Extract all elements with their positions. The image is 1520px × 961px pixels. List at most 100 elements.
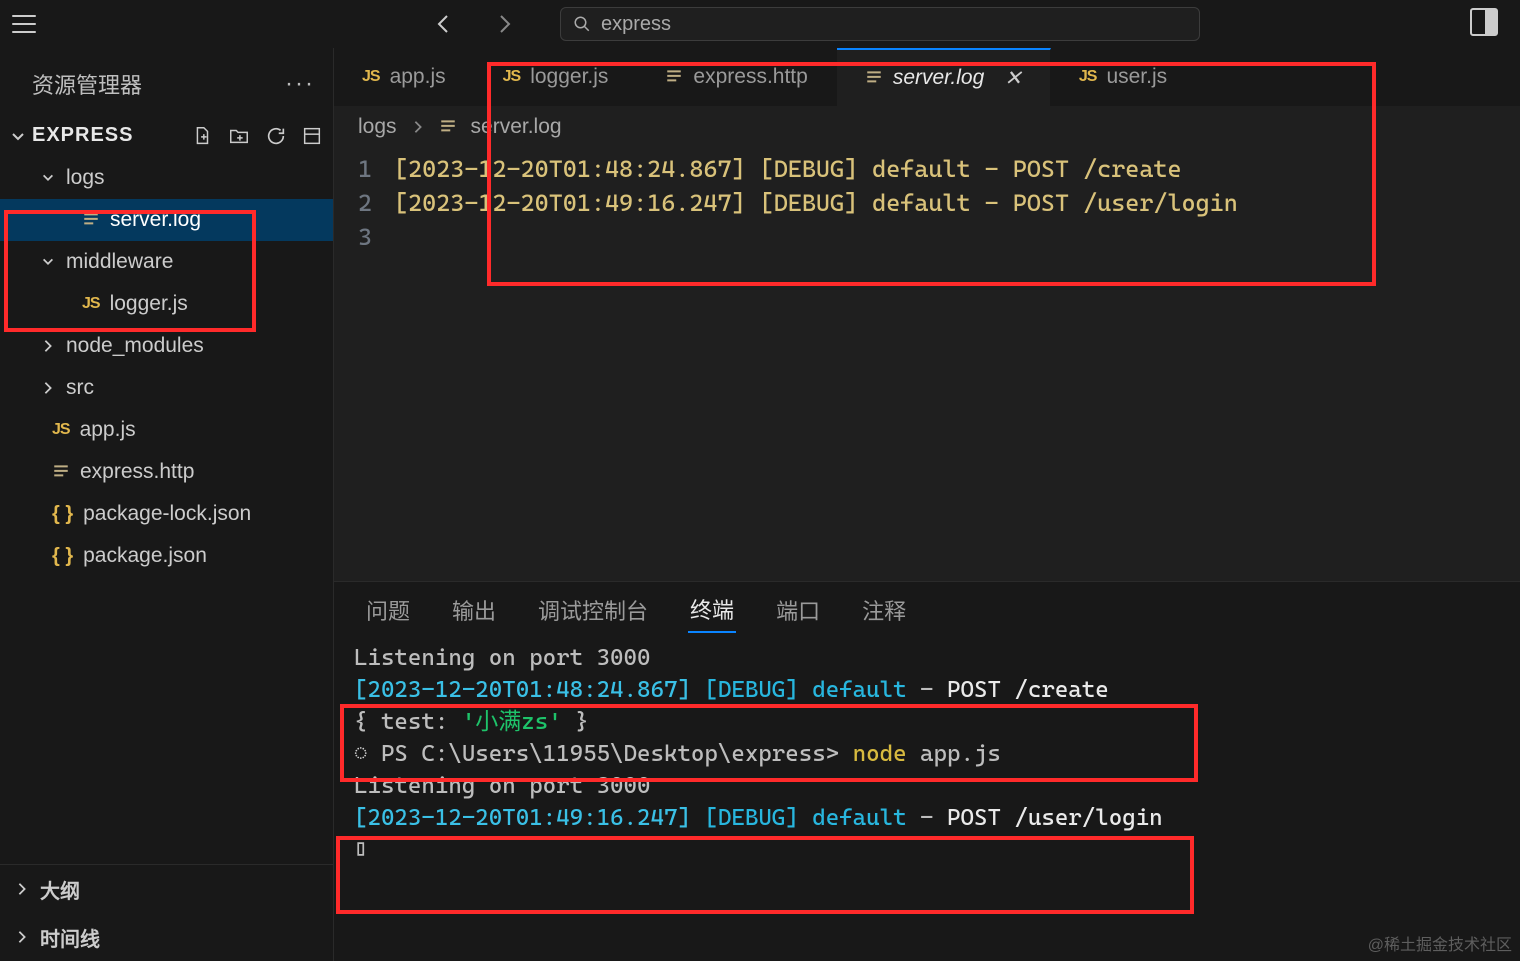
tab-label: express.http [693,65,807,89]
lines-icon [865,69,883,87]
tree-item-label: logs [66,166,105,190]
terminal-arg: app.js [920,741,1001,767]
explorer-more-button[interactable]: ··· [285,70,315,98]
lines-icon [439,118,457,136]
panel-tab[interactable]: 问题 [364,588,412,632]
command-search-input[interactable]: express [560,7,1200,41]
terminal-channel: default [812,677,906,703]
editor-area[interactable]: 123 [2023-12-20T01:48:24.867] [DEBUG] de… [334,148,1520,581]
panel-tab[interactable]: 输出 [450,588,498,632]
terminal-level: [DEBUG] [704,805,798,831]
chevron-right-icon [15,930,29,944]
panel-tab[interactable]: 注释 [860,588,908,632]
sidebar-section-label: 时间线 [40,923,100,952]
panel-tabs: 问题输出调试控制台终端端口注释 [334,582,1520,638]
tree-item-label: logger.js [110,292,188,316]
braces-icon: { } [52,545,73,568]
terminal-ts: [2023-12-20T01:48:24.867] [354,677,691,703]
new-file-icon[interactable] [191,125,213,147]
search-icon [573,15,591,33]
js-icon: JS [503,68,521,86]
file-tree: logs server.log middleware JS logger.js node_… [0,157,333,577]
tree-file[interactable]: express.http [0,451,333,493]
editor-tab[interactable]: server.log✕ [837,48,1051,106]
tab-label: app.js [390,65,446,89]
tree-item-label: node_modules [66,334,204,358]
sidebar-section[interactable]: 大纲 [0,865,333,913]
terminal-obj-end: } [562,709,589,735]
collapse-icon[interactable] [301,125,323,147]
tree-file[interactable]: { }package-lock.json [0,493,333,535]
terminal-cmd: node [853,741,920,767]
tree-folder[interactable]: middleware [0,241,333,283]
terminal-line: Listening on port 3000 [354,773,650,799]
chevron-right-icon [15,882,29,896]
terminal-msg: POST /user/login [947,805,1163,831]
terminal-sep: - [907,805,947,831]
lines-icon [665,68,683,86]
editor-tab[interactable]: JS logger.js [475,48,638,106]
tree-item-label: express.http [80,460,194,484]
panel-tab[interactable]: 终端 [688,587,736,633]
terminal[interactable]: Listening on port 3000 [2023-12-20T01:48… [334,638,1520,961]
tree-file[interactable]: JS app.js [0,409,333,451]
tree-folder[interactable]: src [0,367,333,409]
editor-tab[interactable]: JS app.js [334,48,475,106]
tab-label: logger.js [530,65,608,89]
js-icon: JS [52,421,70,439]
tab-label: user.js [1106,65,1167,89]
sidebar-section[interactable]: 时间线 [0,913,333,961]
panel-tab[interactable]: 调试控制台 [536,588,650,632]
terminal-level: [DEBUG] [704,677,798,703]
tree-item-label: middleware [66,250,173,274]
explorer-sidebar: 资源管理器 ··· EXPRESS logs server.log middlewa… [0,48,334,961]
bottom-panel: 问题输出调试控制台终端端口注释 Listening on port 3000 [… [334,581,1520,961]
terminal-prompt: PS C:\Users\11955\Desktop\express> [381,741,853,767]
close-icon[interactable]: ✕ [1004,66,1022,91]
tree-folder[interactable]: node_modules [0,325,333,367]
js-icon: JS [82,295,100,313]
panel-tab[interactable]: 端口 [774,588,822,632]
sidebar-section-label: 大纲 [40,875,80,904]
js-icon: JS [1079,68,1097,86]
tree-item-label: src [66,376,94,400]
layout-toggle-button[interactable] [1470,8,1498,36]
nav-forward-icon[interactable] [492,12,516,36]
tree-item-label: app.js [80,418,136,442]
project-name: EXPRESS [32,124,133,147]
tree-file[interactable]: { } package.json [0,535,333,577]
project-header[interactable]: EXPRESS [0,118,333,157]
tree-item-label: package.json [83,544,207,568]
editor-tab[interactable]: JS user.js [1051,48,1196,106]
editor-tabs: JS app.js JS logger.js express.http server.lo… [334,48,1520,106]
new-folder-icon[interactable] [227,125,251,147]
terminal-ts: [2023-12-20T01:49:16.247] [354,805,691,831]
breadcrumb[interactable]: logs server.log [334,106,1520,148]
nav-back-icon[interactable] [432,12,456,36]
chevron-right-icon [41,339,55,353]
editor-tab[interactable]: express.http [637,48,836,106]
code-content: [2023-12-20T01:48:24.867] [DEBUG] defaul… [394,152,1520,581]
sidebar-bottom-sections: 大纲时间线 [0,864,333,961]
terminal-sep: - [907,677,947,703]
terminal-msg: POST /create [947,677,1109,703]
search-text: express [601,13,671,36]
terminal-channel: default [812,805,906,831]
tree-folder[interactable]: logs [0,157,333,199]
js-icon: JS [362,68,380,86]
explorer-title: 资源管理器 [32,68,142,100]
tree-file[interactable]: JS logger.js [0,283,333,325]
line-gutter: 123 [334,152,394,581]
tree-item-label: package-lock.json [83,502,251,526]
refresh-icon[interactable] [265,125,287,147]
terminal-line: Listening on port 3000 [354,645,650,671]
tree-file[interactable]: server.log [0,199,333,241]
breadcrumb-file: server.log [471,115,562,139]
terminal-cursor: ▯ [354,837,367,863]
lines-icon [52,463,70,481]
lines-icon [82,211,100,229]
chevron-down-icon [41,171,55,185]
breadcrumb-folder: logs [358,115,397,139]
app-menu-button[interactable] [12,15,36,33]
chevron-down-icon [10,128,26,144]
